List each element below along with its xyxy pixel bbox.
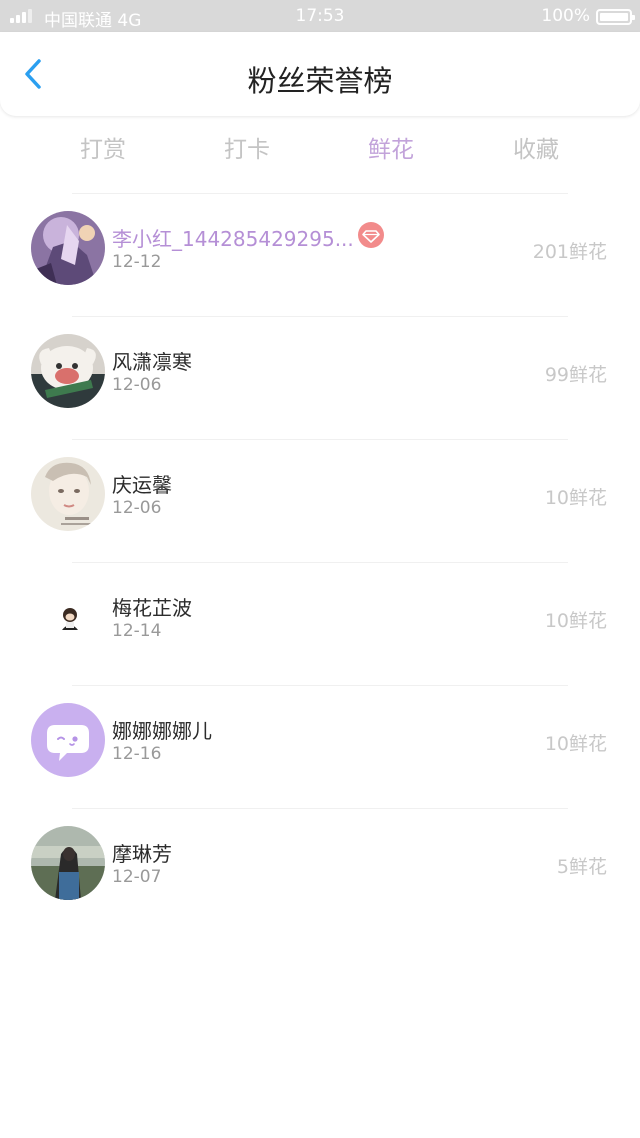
avatar [31, 703, 105, 777]
status-bar: 中国联通 4G 17:53 100% [0, 0, 640, 32]
chat-bubble-icon [31, 703, 105, 777]
flower-count: 5鲜花 [556, 856, 607, 878]
page-title: 粉丝荣誉榜 [247, 64, 393, 98]
fan-name: 庆运馨 [112, 473, 172, 497]
fan-row[interactable]: 娜娜娜娜儿 12-16 10鲜花 [0, 686, 640, 809]
tab-favorites[interactable]: 收藏 [466, 130, 606, 164]
fan-date: 12-06 [112, 498, 162, 518]
fan-date: 12-06 [112, 375, 162, 395]
battery-percent: 100% [541, 6, 590, 26]
tab-reward[interactable]: 打赏 [33, 130, 173, 164]
fan-date: 12-12 [112, 252, 162, 272]
avatar [31, 457, 105, 531]
avatar [31, 580, 105, 654]
fan-list: 李小红_144285429295... 12-12 201鲜花 风潇凛寒 12-… [0, 194, 640, 932]
nav-bar: 粉丝荣誉榜 [0, 32, 640, 116]
fan-date: 12-16 [112, 744, 162, 764]
flower-count: 99鲜花 [544, 364, 607, 386]
flower-count: 10鲜花 [544, 733, 607, 755]
fan-row[interactable]: 摩琳芳 12-07 5鲜花 [0, 809, 640, 932]
fan-row[interactable]: 庆运馨 12-06 10鲜花 [0, 440, 640, 563]
flower-count: 10鲜花 [544, 610, 607, 632]
tab-flowers[interactable]: 鲜花 [321, 130, 461, 164]
fan-row[interactable]: 风潇凛寒 12-06 99鲜花 [0, 317, 640, 440]
fan-row[interactable]: 梅花芷波 12-14 10鲜花 [0, 563, 640, 686]
tab-checkin[interactable]: 打卡 [177, 130, 317, 164]
fan-date: 12-14 [112, 621, 162, 641]
flower-count: 201鲜花 [532, 241, 607, 263]
battery-icon [596, 9, 635, 25]
tab-bar: 打赏 打卡 鲜花 收藏 [0, 116, 640, 194]
fan-name: 摩琳芳 [112, 842, 172, 866]
avatar [31, 334, 105, 408]
avatar [31, 211, 105, 285]
fan-date: 12-07 [112, 867, 162, 887]
fan-name: 风潇凛寒 [112, 350, 192, 374]
fan-name: 梅花芷波 [112, 596, 192, 620]
diamond-icon [358, 222, 384, 248]
fan-name: 娜娜娜娜儿 [112, 719, 212, 743]
fan-name: 李小红_144285429295... [112, 227, 354, 251]
flower-count: 10鲜花 [544, 487, 607, 509]
fan-row[interactable]: 李小红_144285429295... 12-12 201鲜花 [0, 194, 640, 317]
avatar [31, 826, 105, 900]
